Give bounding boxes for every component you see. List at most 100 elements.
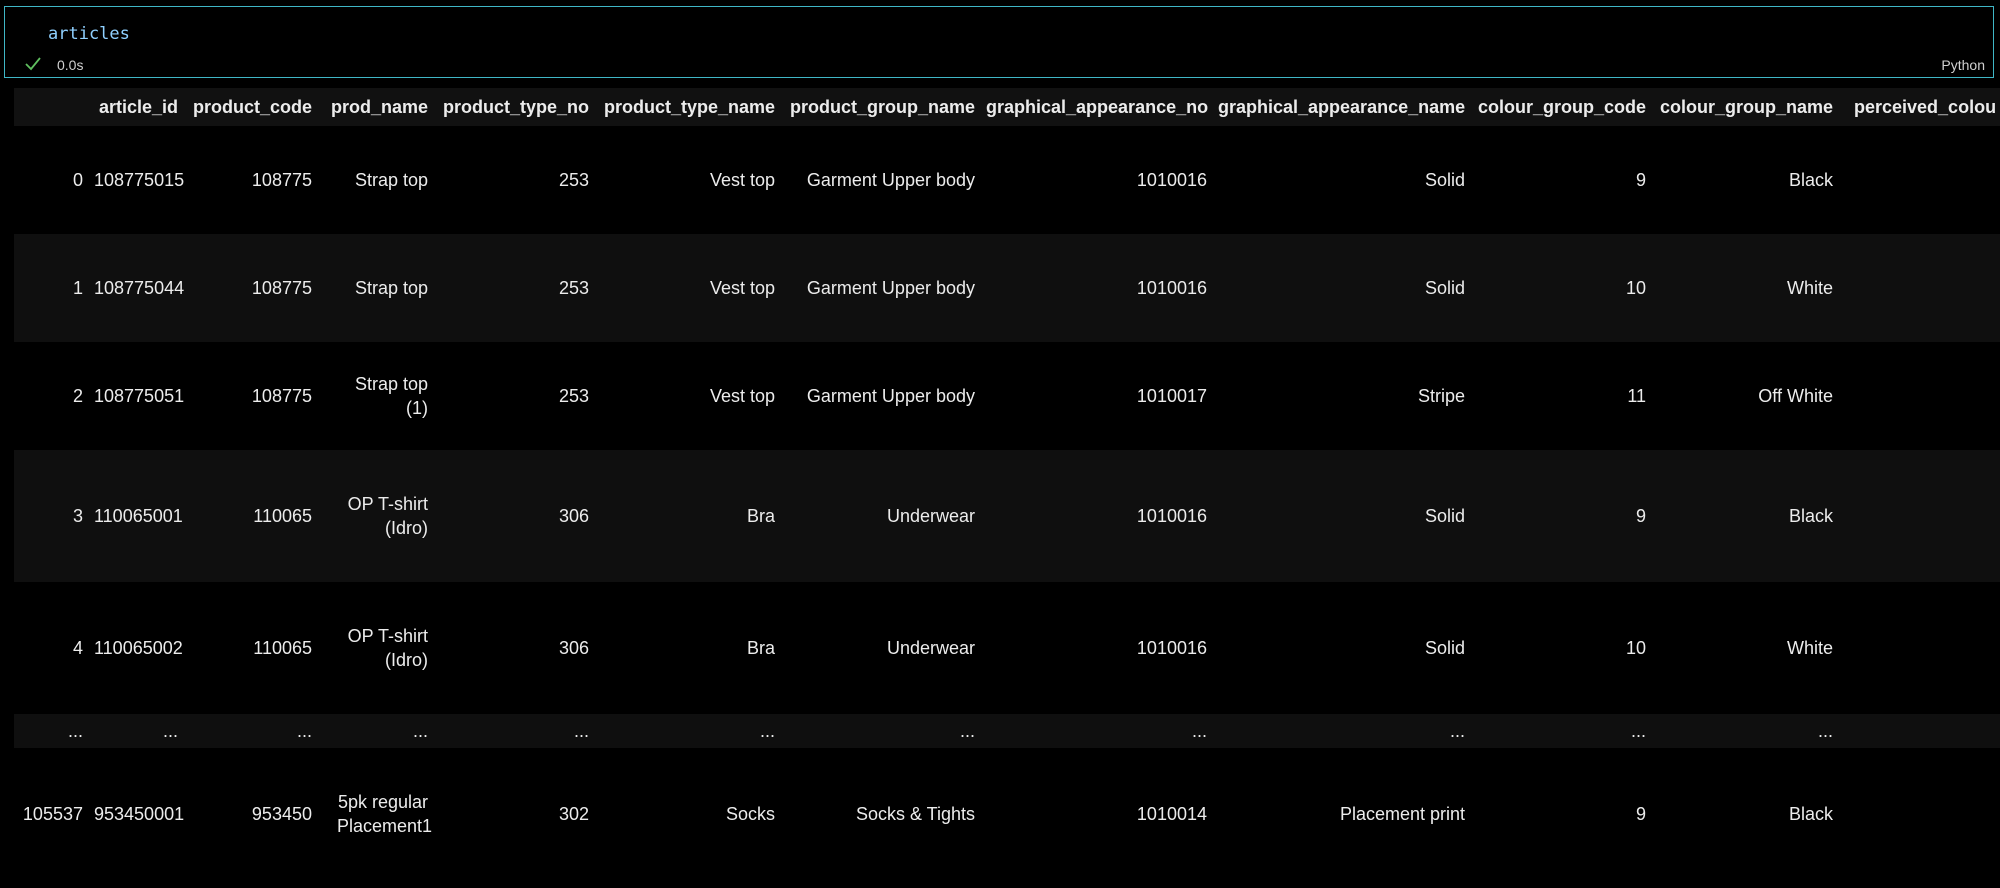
notebook-cell[interactable]: articles 0.0s Python [4,6,1994,78]
table-cell: 108775 [251,386,312,406]
table-cell: 1010016 [1136,170,1207,190]
table-cell: Underwear [886,638,975,658]
row-index: 4 [72,638,83,658]
table-cell: Strap top (1) [354,374,428,418]
table-cell: 9 [1635,804,1646,824]
table-cell: ... [412,721,428,741]
table-cell: 306 [558,506,589,526]
table-cell: 110065002 [94,638,183,658]
table-cell: ... [1630,721,1646,741]
table-cell: 11 [1627,386,1646,406]
dataframe-output[interactable]: article_id product_code prod_name produc… [14,88,2000,888]
table-row: 3 110065001 110065 OP T-shirt (Idro) 306 Bra U… [14,450,2000,582]
table-cell: 253 [558,170,589,190]
table-cell: 1010016 [1136,278,1207,298]
table-cell: Solid [1424,638,1465,658]
table-cell: ... [573,721,589,741]
table-cell: ... [296,721,312,741]
table-cell: 1010014 [1136,804,1207,824]
table-cell: 10 [1625,278,1646,298]
table-cell: Vest top [709,170,775,190]
table-cell: 110065 [253,506,312,526]
table-cell: Garment Upper body [806,386,975,406]
table-cell: Strap top [354,278,428,298]
table-cell: 108775051 [94,386,185,406]
table-cell: Vest top [709,386,775,406]
language-label[interactable]: Python [1941,57,1985,73]
execution-time: 0.0s [57,57,84,73]
table-cell: Solid [1424,506,1465,526]
table-cell: Stripe [1417,386,1465,406]
table-cell: Black [1788,506,1833,526]
table-row: 105537 953450001 953450 5pk regular Placeme… [14,748,2000,880]
table-cell: Solid [1424,278,1465,298]
table-cell: 253 [558,386,589,406]
column-header: graphical_appearance_name [1218,97,1466,117]
table-cell: 253 [558,278,589,298]
table-cell: ... [1817,721,1833,741]
table-cell: Garment Upper body [806,170,975,190]
table-cell: Socks & Tights [855,804,975,824]
table-row: 4 110065002 110065 OP T-shirt (Idro) 306 Bra U… [14,582,2000,714]
table-cell: 1010017 [1136,386,1207,406]
header-row: article_id product_code prod_name produc… [14,88,2000,126]
table-cell: 108775 [251,170,312,190]
row-index: ... [67,721,83,741]
table-cell: 110065 [253,638,312,658]
table-cell: OP T-shirt (Idro) [347,494,428,538]
column-header [14,88,94,126]
table-cell: ... [1449,721,1465,741]
column-header: product_group_name [789,97,975,117]
table-cell [1844,748,2000,880]
column-header: perceived_colou [1854,97,1997,117]
row-index: 105537 [22,804,83,824]
column-header: colour_group_code [1477,97,1646,117]
table-row: 0 108775015 108775 Strap top 253 Vest top Garm… [14,126,2000,234]
table-cell: Garment Upper body [806,278,975,298]
table-cell: ... [959,721,975,741]
table-cell: ... [1191,721,1207,741]
table-cell: Bra [746,638,775,658]
table-cell: Socks [725,804,775,824]
table-cell: 108775044 [94,278,185,298]
table-cell: 10 [1625,638,1646,658]
table-row: ................................. [14,714,2000,748]
table-cell: ... [162,721,178,741]
row-index: 3 [72,506,83,526]
table-cell: Black [1788,804,1833,824]
table-cell: Solid [1424,170,1465,190]
table-row: 2 108775051 108775 Strap top (1) 253 Vest top… [14,342,2000,450]
row-index: 2 [72,386,83,406]
table-cell: 953450 [251,804,312,824]
column-header: product_code [192,97,312,117]
column-header: product_type_no [442,97,589,117]
column-header: product_type_name [603,97,775,117]
table-cell: 9 [1635,506,1646,526]
table-cell [1844,234,2000,342]
table-cell: White [1786,278,1833,298]
table-row: 1 108775044 108775 Strap top 253 Vest top Garm… [14,234,2000,342]
table-cell [1844,126,2000,234]
column-header: article_id [98,97,178,117]
table-cell: ... [759,721,775,741]
table-cell [1844,714,2000,748]
table-cell: Placement print [1339,804,1465,824]
table-cell: White [1786,638,1833,658]
table-cell [1844,342,2000,450]
table-cell: 108775 [251,278,312,298]
table-cell: 953450001 [94,804,185,824]
column-header: graphical_appearance_no [986,97,1209,117]
table-cell: Black [1788,170,1833,190]
table-cell: Underwear [886,506,975,526]
table-cell: Bra [746,506,775,526]
table-cell: Off White [1758,386,1833,406]
table-cell: Vest top [709,278,775,298]
table-cell: 9 [1635,170,1646,190]
code-line[interactable]: articles [48,24,130,44]
table-cell: 1010016 [1136,638,1207,658]
table-cell: OP T-shirt (Idro) [347,626,428,670]
column-header: colour_group_name [1659,97,1833,117]
table-cell: 302 [558,804,589,824]
table-cell: 306 [558,638,589,658]
table-cell [1844,582,2000,714]
